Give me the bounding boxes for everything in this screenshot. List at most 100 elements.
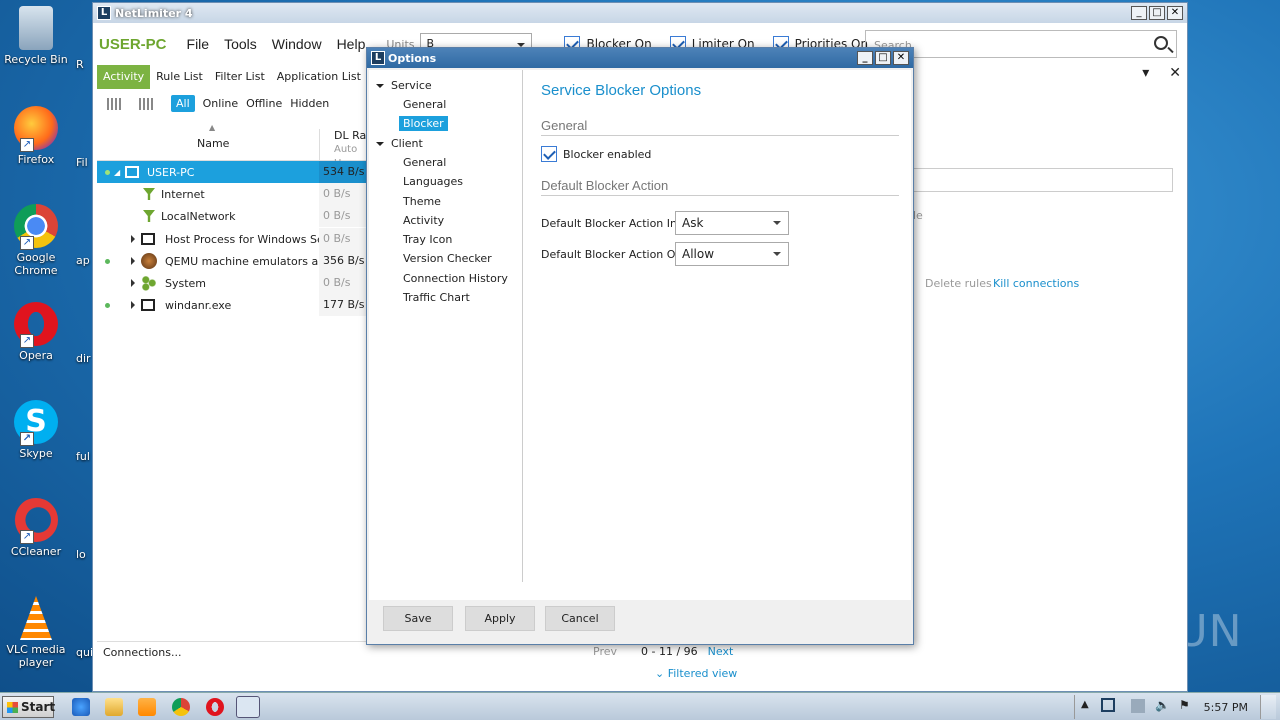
- desktop-icon-vlc[interactable]: VLC media player: [4, 596, 68, 669]
- explorer-icon[interactable]: [105, 698, 123, 716]
- show-desktop-button[interactable]: [1260, 695, 1276, 719]
- desktop-icon-recycle-bin[interactable]: Recycle Bin: [4, 6, 68, 66]
- tab-application-list[interactable]: Application List: [271, 65, 367, 89]
- maximize-button[interactable]: □: [1149, 6, 1165, 20]
- desktop-icon-firefox[interactable]: ↗ Firefox: [4, 106, 68, 166]
- main-titlebar[interactable]: L NetLimiter 4 _ □ ✕: [93, 3, 1187, 23]
- tree-item-tray-icon[interactable]: Tray Icon: [403, 233, 452, 246]
- filter-online[interactable]: Online: [203, 97, 238, 110]
- delete-rules-link[interactable]: Delete rules: [925, 277, 992, 290]
- tab-rule-list[interactable]: Rule List: [150, 65, 209, 89]
- tree-item-connection-history[interactable]: Connection History: [403, 272, 508, 285]
- opera-icon[interactable]: [206, 698, 224, 716]
- system-icon: [141, 275, 157, 291]
- start-button[interactable]: Start: [2, 696, 55, 718]
- cancel-button[interactable]: Cancel: [545, 606, 615, 631]
- column-dl-label: DL Ra: [334, 129, 367, 142]
- options-titlebar[interactable]: L Options _ □ ✕: [367, 48, 913, 68]
- ie-icon[interactable]: [72, 698, 90, 716]
- tree-item-client-general[interactable]: General: [403, 156, 446, 169]
- filtered-view-toggle[interactable]: ⌄ Filtered view: [655, 667, 737, 680]
- column-name[interactable]: Name: [197, 137, 229, 150]
- close-button[interactable]: ✕: [1167, 6, 1183, 20]
- table-row[interactable]: QEMU machine emulators and 356 B/s: [97, 250, 367, 272]
- tab-filter-list[interactable]: Filter List: [209, 65, 271, 89]
- desktop-icon-ccleaner[interactable]: ↗ CCleaner: [4, 498, 68, 558]
- menu-help[interactable]: Help: [337, 36, 366, 52]
- expand-icon[interactable]: [131, 235, 139, 243]
- pager-range: 0 - 11 / 96: [641, 645, 698, 658]
- collapse-icon[interactable]: [376, 84, 384, 92]
- tray-expand-icon[interactable]: ▲: [1081, 699, 1089, 710]
- tree-item-version-checker[interactable]: Version Checker: [403, 252, 492, 265]
- row-value: 0 B/s: [319, 183, 367, 205]
- filter-all[interactable]: All: [171, 95, 195, 112]
- action-in-select[interactable]: Ask: [675, 211, 789, 235]
- close-button[interactable]: ✕: [893, 51, 909, 65]
- next-button[interactable]: Next: [708, 645, 734, 658]
- menu-tools[interactable]: Tools: [224, 36, 257, 52]
- flag-icon[interactable]: ⚑: [1179, 698, 1190, 712]
- desktop-partial-label: lo: [76, 548, 86, 561]
- netlimiter-tray-icon[interactable]: [1101, 698, 1115, 712]
- desktop-icon-skype[interactable]: S ↗ Skype: [4, 400, 68, 460]
- tree-item-service[interactable]: Service: [391, 79, 432, 92]
- maximize-button[interactable]: □: [875, 51, 891, 65]
- column-header: ▲ Name DL RaAuto U: [97, 123, 367, 169]
- close-panel-icon[interactable]: ✕: [1169, 65, 1181, 81]
- online-dot-icon: [105, 169, 110, 175]
- tab-activity[interactable]: Activity: [97, 65, 151, 89]
- desktop-icon-opera[interactable]: ↗ Opera: [4, 302, 68, 362]
- chevron-down-icon[interactable]: ▾: [1142, 65, 1149, 81]
- desktop-icon-chrome[interactable]: ↗ Google Chrome: [4, 204, 68, 277]
- table-row[interactable]: LocalNetwork 0 B/s: [97, 205, 367, 227]
- table-row[interactable]: Internet 0 B/s: [97, 183, 367, 205]
- right-panel-input[interactable]: [913, 168, 1173, 192]
- tree-item-theme[interactable]: Theme: [403, 195, 441, 208]
- media-player-icon[interactable]: [138, 698, 156, 716]
- expand-icon[interactable]: ◢: [114, 168, 120, 177]
- table-row[interactable]: Host Process for Windows Ser 0 B/s: [97, 228, 367, 250]
- filter-hidden[interactable]: Hidden: [290, 97, 329, 110]
- table-row[interactable]: ◢ USER-PC 534 B/s: [97, 161, 367, 183]
- clock[interactable]: 5:57 PM: [1204, 701, 1248, 714]
- tree-item-blocker[interactable]: Blocker: [399, 116, 448, 131]
- table-row[interactable]: System 0 B/s: [97, 272, 367, 294]
- action-out-select[interactable]: Allow: [675, 242, 789, 266]
- kill-connections-link[interactable]: Kill connections: [993, 277, 1079, 290]
- computer-icon: [125, 166, 139, 178]
- column-dl-rate[interactable]: DL RaAuto U: [319, 129, 367, 169]
- blocker-enabled-checkbox[interactable]: Blocker enabled: [541, 146, 651, 162]
- row-value: 0 B/s: [319, 205, 367, 227]
- tree-item-traffic-chart[interactable]: Traffic Chart: [403, 291, 470, 304]
- tree-item-client[interactable]: Client: [391, 137, 423, 150]
- prev-button[interactable]: Prev: [593, 645, 617, 658]
- search-icon[interactable]: [1154, 36, 1168, 50]
- menu-file[interactable]: File: [187, 36, 210, 52]
- row-value: 356 B/s: [319, 250, 367, 272]
- expand-icon[interactable]: [131, 301, 139, 309]
- minimize-button[interactable]: _: [1131, 6, 1147, 20]
- minimize-button[interactable]: _: [857, 51, 873, 65]
- tree-item-languages[interactable]: Languages: [403, 175, 463, 188]
- tree-item-activity[interactable]: Activity: [403, 214, 444, 227]
- netlimiter-taskbar-icon[interactable]: [236, 696, 260, 718]
- window-controls: _ □ ✕: [1131, 6, 1183, 20]
- collapse-icon[interactable]: [376, 142, 384, 150]
- filter-offline[interactable]: Offline: [246, 97, 282, 110]
- connections-status: Connections...: [103, 646, 182, 659]
- network-tray-icon[interactable]: [1131, 699, 1145, 713]
- volume-icon[interactable]: 🔈: [1155, 698, 1170, 712]
- grid-compact-icon[interactable]: [139, 97, 153, 110]
- chrome-icon[interactable]: [172, 698, 190, 716]
- grid-view-icon[interactable]: [107, 97, 121, 110]
- table-row[interactable]: windanr.exe 177 B/s: [97, 294, 367, 316]
- expand-icon[interactable]: [131, 257, 139, 265]
- sort-asc-icon: ▲: [209, 123, 216, 132]
- filter-bar: All Online Offline Hidden: [107, 95, 329, 112]
- tree-item-service-general[interactable]: General: [403, 98, 446, 111]
- expand-icon[interactable]: [131, 279, 139, 287]
- apply-button[interactable]: Apply: [465, 606, 535, 631]
- save-button[interactable]: Save: [383, 606, 453, 631]
- menu-window[interactable]: Window: [272, 36, 322, 52]
